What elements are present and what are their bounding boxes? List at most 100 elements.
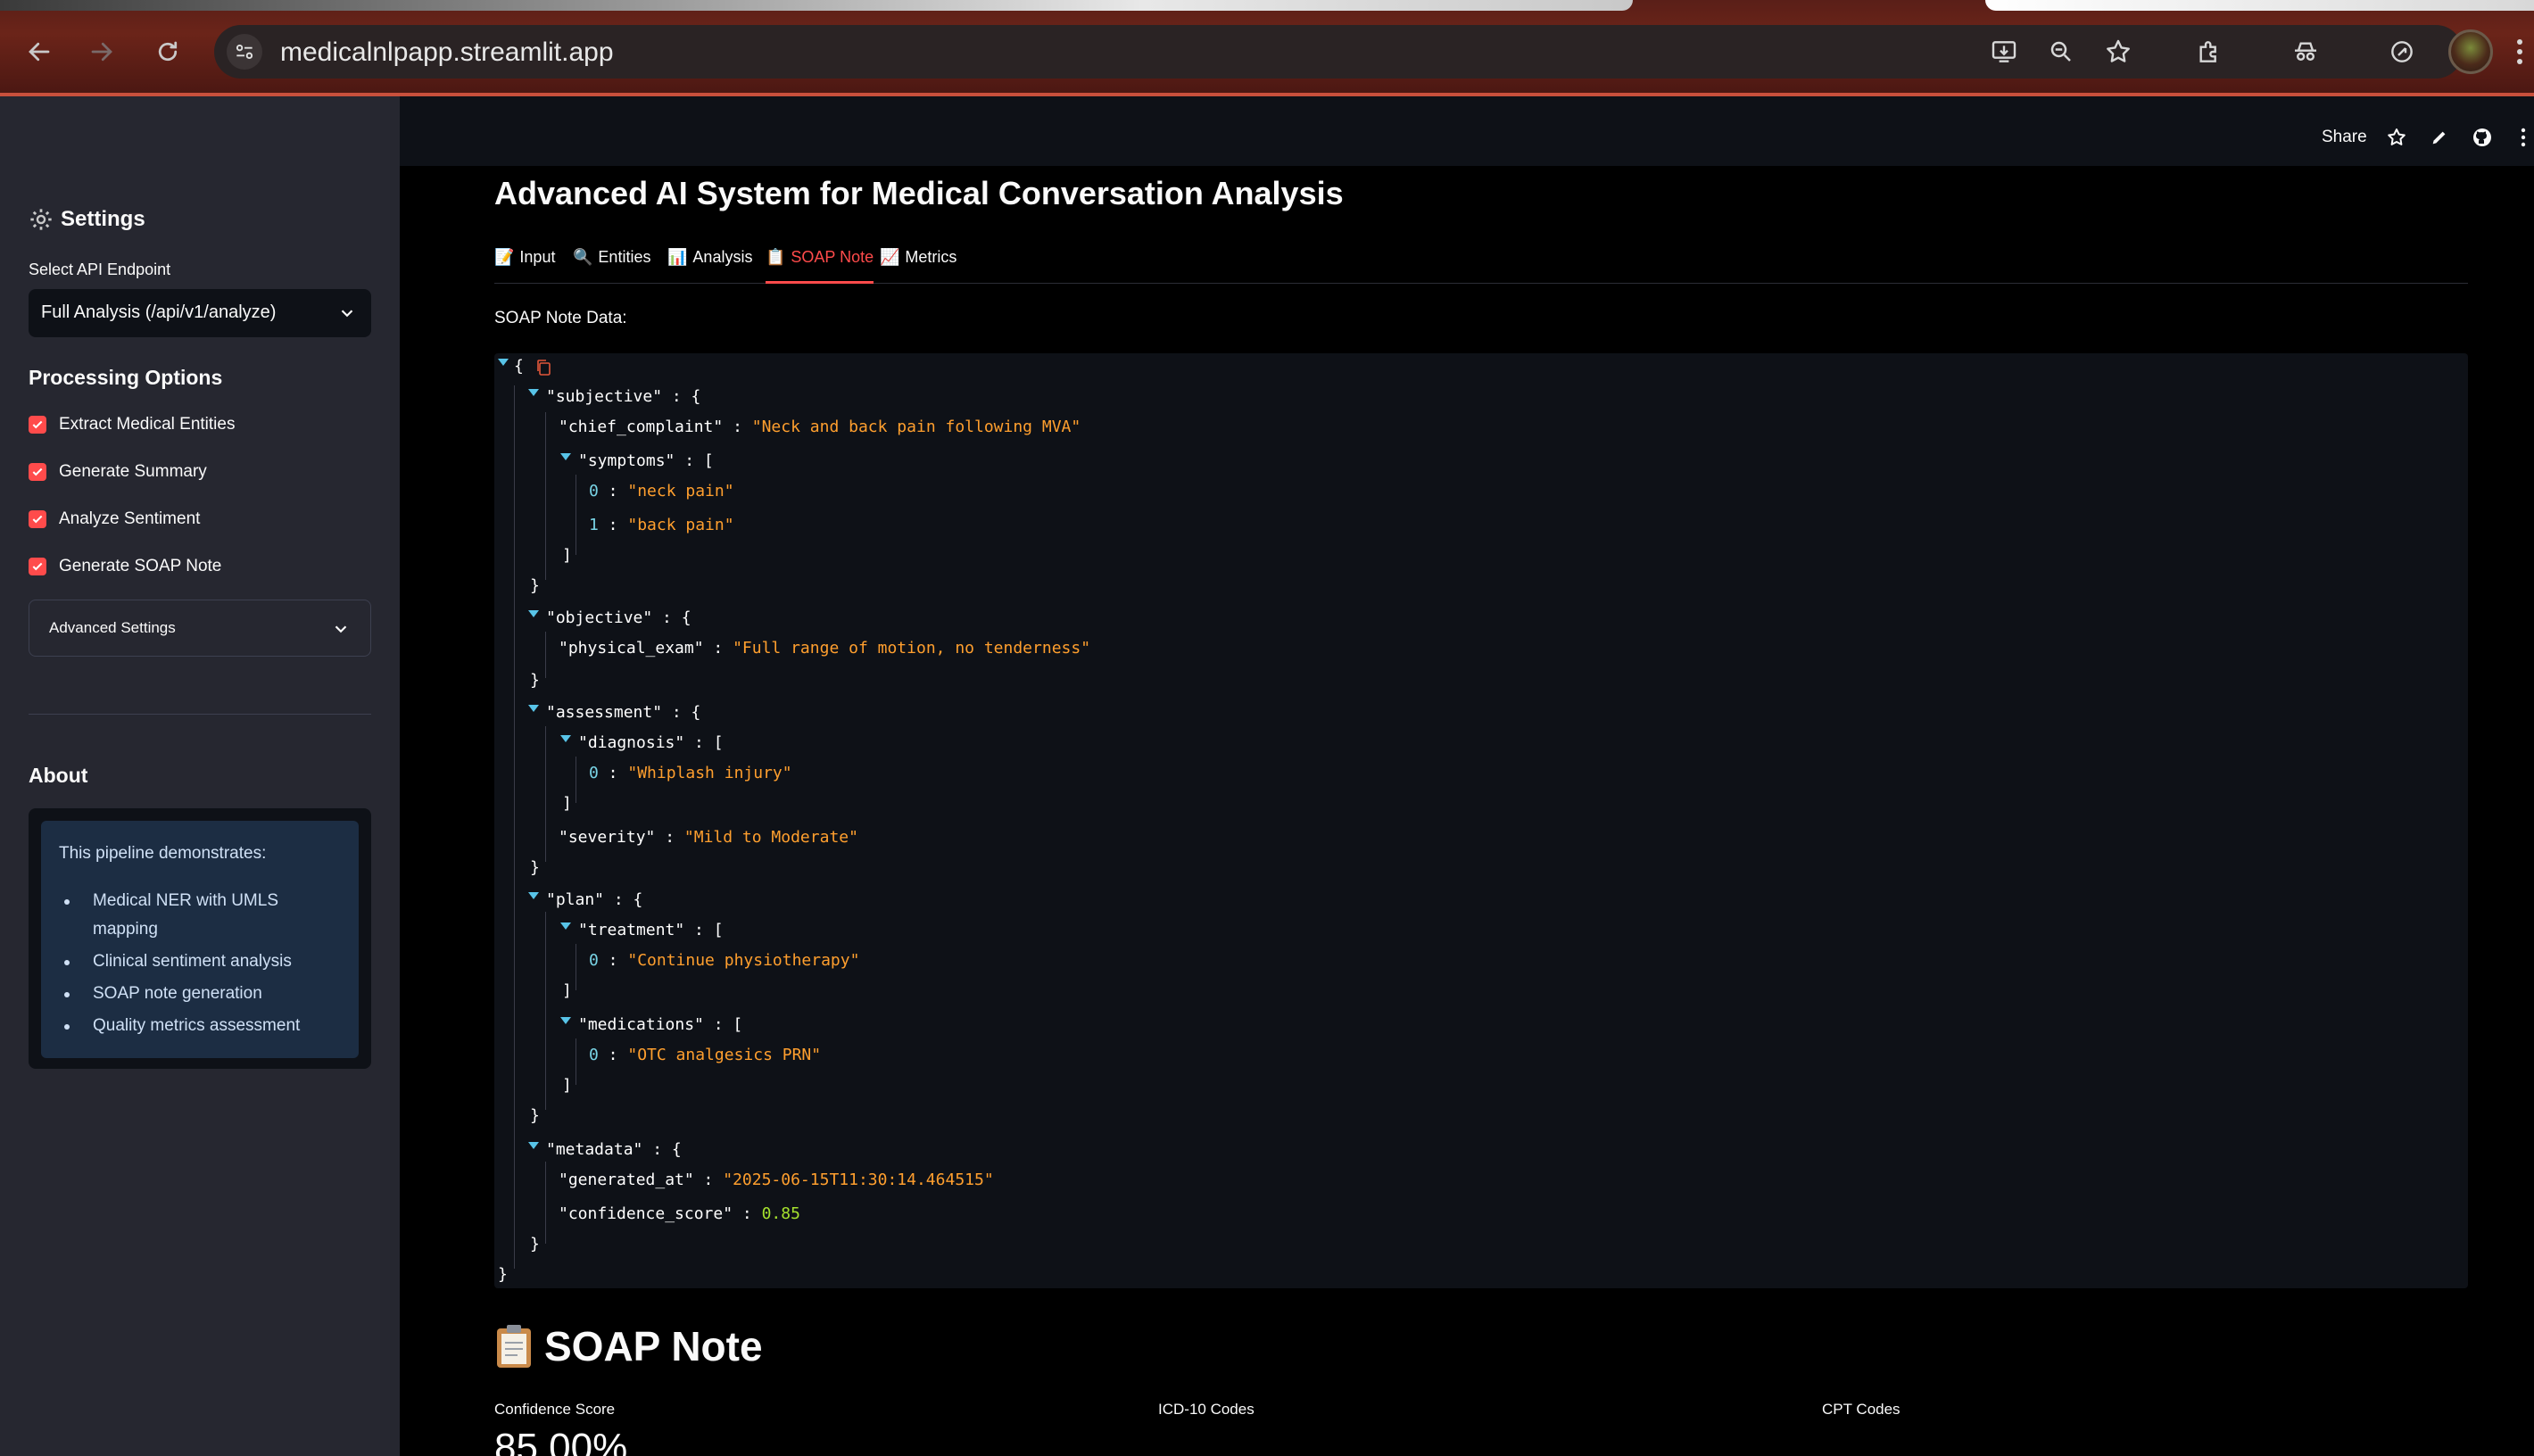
metric-value-confidence: 85.00% bbox=[494, 1426, 628, 1456]
json-key: "chief_complaint" bbox=[559, 418, 724, 436]
collapse-toggle[interactable] bbox=[560, 735, 571, 742]
collapse-toggle[interactable] bbox=[528, 610, 539, 617]
zoom-button[interactable] bbox=[2043, 34, 2079, 70]
json-line: ] bbox=[562, 794, 572, 813]
json-key: "generated_at" bbox=[559, 1171, 694, 1189]
browser-menu-button[interactable] bbox=[2511, 34, 2529, 70]
option-analyze-sentiment[interactable]: Analyze Sentiment bbox=[29, 507, 200, 532]
clipboard-icon bbox=[494, 1323, 534, 1369]
collapse-toggle[interactable] bbox=[560, 1017, 571, 1024]
tab-label: Input bbox=[519, 248, 556, 266]
checkbox-checked[interactable] bbox=[29, 510, 46, 528]
soap-note-heading-text: SOAP Note bbox=[544, 1323, 763, 1369]
tab-soap-note[interactable]: 📋 SOAP Note bbox=[766, 248, 874, 284]
advanced-settings-expander[interactable]: Advanced Settings bbox=[29, 600, 371, 657]
json-line: } bbox=[530, 576, 540, 595]
checkbox-checked[interactable] bbox=[29, 416, 46, 434]
json-line: "assessment" : { bbox=[546, 703, 701, 722]
bookmark-button[interactable] bbox=[2100, 34, 2136, 70]
json-key: "treatment" bbox=[578, 921, 685, 939]
tab-strip-left[interactable] bbox=[0, 0, 1633, 11]
copy-icon[interactable] bbox=[535, 359, 551, 376]
address-bar[interactable]: medicalnlpapp.streamlit.app bbox=[214, 25, 2463, 79]
app-menu-button[interactable] bbox=[2511, 125, 2534, 150]
soap-data-label: SOAP Note Data: bbox=[494, 309, 627, 327]
edit-button[interactable] bbox=[2427, 125, 2452, 150]
option-label: Generate Summary bbox=[59, 462, 207, 481]
install-app-button[interactable] bbox=[1986, 34, 2022, 70]
json-guide bbox=[545, 726, 546, 862]
favorite-button[interactable] bbox=[2384, 125, 2409, 150]
json-guide bbox=[545, 1162, 546, 1244]
github-button[interactable] bbox=[2470, 125, 2495, 150]
app-header bbox=[400, 96, 2534, 166]
json-key: "diagnosis" bbox=[578, 733, 685, 752]
reload-button[interactable] bbox=[150, 34, 186, 70]
star-icon bbox=[2388, 128, 2406, 145]
check-icon bbox=[32, 420, 43, 429]
collapse-toggle[interactable] bbox=[528, 1142, 539, 1149]
json-line: ] bbox=[562, 546, 572, 565]
about-title: About bbox=[29, 764, 88, 787]
json-string: "Mild to Moderate" bbox=[683, 828, 858, 847]
chevron-down-icon bbox=[335, 625, 347, 633]
tab-analysis[interactable]: 📊 Analysis bbox=[667, 248, 752, 284]
performance-button[interactable] bbox=[2382, 32, 2422, 71]
tab-input[interactable]: 📝 Input bbox=[494, 248, 555, 284]
magnifier-icon: 🔍 bbox=[573, 248, 593, 266]
json-viewer bbox=[494, 353, 2468, 1288]
sidebar-divider bbox=[29, 714, 371, 715]
site-info-button[interactable] bbox=[227, 34, 262, 70]
collapse-toggle[interactable] bbox=[560, 922, 571, 930]
extension-button[interactable] bbox=[2190, 32, 2229, 71]
checkbox-checked[interactable] bbox=[29, 463, 46, 481]
endpoint-select[interactable]: Full Analysis (/api/v1/analyze) bbox=[29, 289, 371, 337]
json-line: "generated_at" : "2025-06-15T11:30:14.46… bbox=[559, 1171, 994, 1189]
json-line: } bbox=[530, 1235, 540, 1253]
collapse-toggle[interactable] bbox=[528, 705, 539, 712]
option-generate-soap[interactable]: Generate SOAP Note bbox=[29, 554, 221, 579]
url-text[interactable]: medicalnlpapp.streamlit.app bbox=[280, 37, 614, 68]
settings-title: Settings bbox=[29, 207, 145, 232]
json-key: "subjective" bbox=[546, 387, 663, 406]
json-key: "severity" bbox=[559, 828, 656, 847]
check-icon bbox=[32, 515, 43, 524]
json-root-open: { bbox=[514, 357, 524, 376]
forward-button[interactable] bbox=[84, 34, 120, 70]
back-button[interactable] bbox=[21, 34, 57, 70]
soap-note-heading: SOAP Note bbox=[494, 1322, 763, 1370]
json-string: "Neck and back pain following MVA" bbox=[751, 418, 1081, 436]
advanced-settings-label: Advanced Settings bbox=[49, 619, 176, 636]
page-title: Advanced AI System for Medical Conversat… bbox=[494, 175, 1344, 211]
checkbox-checked[interactable] bbox=[29, 558, 46, 575]
profile-avatar[interactable] bbox=[2448, 29, 2493, 74]
json-guide bbox=[545, 912, 546, 1110]
json-line: } bbox=[530, 1106, 540, 1125]
about-intro: This pipeline demonstrates: bbox=[59, 844, 267, 863]
share-button[interactable]: Share bbox=[2322, 128, 2367, 147]
json-line: ] bbox=[562, 981, 572, 1000]
collapse-toggle[interactable] bbox=[498, 359, 509, 366]
collapse-toggle[interactable] bbox=[528, 892, 539, 899]
option-extract-entities[interactable]: Extract Medical Entities bbox=[29, 412, 235, 437]
incognito-button[interactable] bbox=[2286, 32, 2325, 71]
option-label: Extract Medical Entities bbox=[59, 415, 236, 434]
json-string: "Full range of motion, no tenderness" bbox=[733, 639, 1091, 658]
json-string: "neck pain" bbox=[627, 482, 734, 500]
json-line: "plan" : { bbox=[546, 890, 643, 909]
json-key: "metadata" bbox=[546, 1140, 643, 1159]
option-generate-summary[interactable]: Generate Summary bbox=[29, 459, 207, 484]
tab-metrics[interactable]: 📈 Metrics bbox=[880, 248, 956, 284]
leaf-icon bbox=[2391, 41, 2413, 62]
tab-strip-right[interactable] bbox=[1985, 0, 2534, 11]
tab-entities[interactable]: 🔍 Entities bbox=[573, 248, 650, 284]
collapse-toggle[interactable] bbox=[560, 453, 571, 460]
collapse-toggle[interactable] bbox=[528, 389, 539, 396]
json-key: "objective" bbox=[546, 608, 653, 627]
json-line: "severity" : "Mild to Moderate" bbox=[559, 828, 858, 847]
about-item: Quality metrics assessment bbox=[59, 1012, 341, 1040]
json-key: "plan" bbox=[546, 890, 605, 909]
memo-icon: 📝 bbox=[494, 248, 515, 266]
check-icon bbox=[32, 467, 43, 476]
json-line: 0 : "OTC analgesics PRN" bbox=[589, 1046, 822, 1064]
